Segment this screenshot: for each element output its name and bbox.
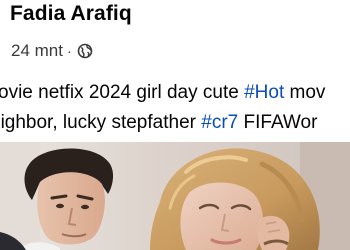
caption-text: mov xyxy=(284,82,326,103)
hashtag-link[interactable]: #cr7 xyxy=(201,112,238,133)
post-timestamp[interactable]: 24 mnt xyxy=(11,41,63,61)
globe-icon[interactable] xyxy=(77,43,93,59)
post-caption: ovie netfix 2024 girl day cute #Hot mov … xyxy=(0,76,350,138)
caption-text: eighbor, lucky stepfather xyxy=(0,112,202,133)
post-header: Fadia Arafiq 24 mnt · xyxy=(0,0,350,62)
author-name[interactable]: Fadia Arafiq xyxy=(10,2,132,26)
post-photo[interactable] xyxy=(0,142,350,250)
meta-separator: · xyxy=(66,43,72,59)
photo-illustration xyxy=(0,142,350,250)
caption-line-1: ovie netfix 2024 girl day cute #Hot mov xyxy=(0,80,325,106)
facebook-post: Fadia Arafiq 24 mnt · ovie netfix 2024 g… xyxy=(0,0,350,250)
hashtag-link[interactable]: #Hot xyxy=(244,82,284,103)
post-meta: 24 mnt · xyxy=(11,40,93,62)
caption-text: FIFAWor xyxy=(238,112,318,133)
caption-line-2: eighbor, lucky stepfather #cr7 FIFAWor xyxy=(0,110,317,136)
caption-text: ovie netfix 2024 girl day cute xyxy=(0,82,245,103)
